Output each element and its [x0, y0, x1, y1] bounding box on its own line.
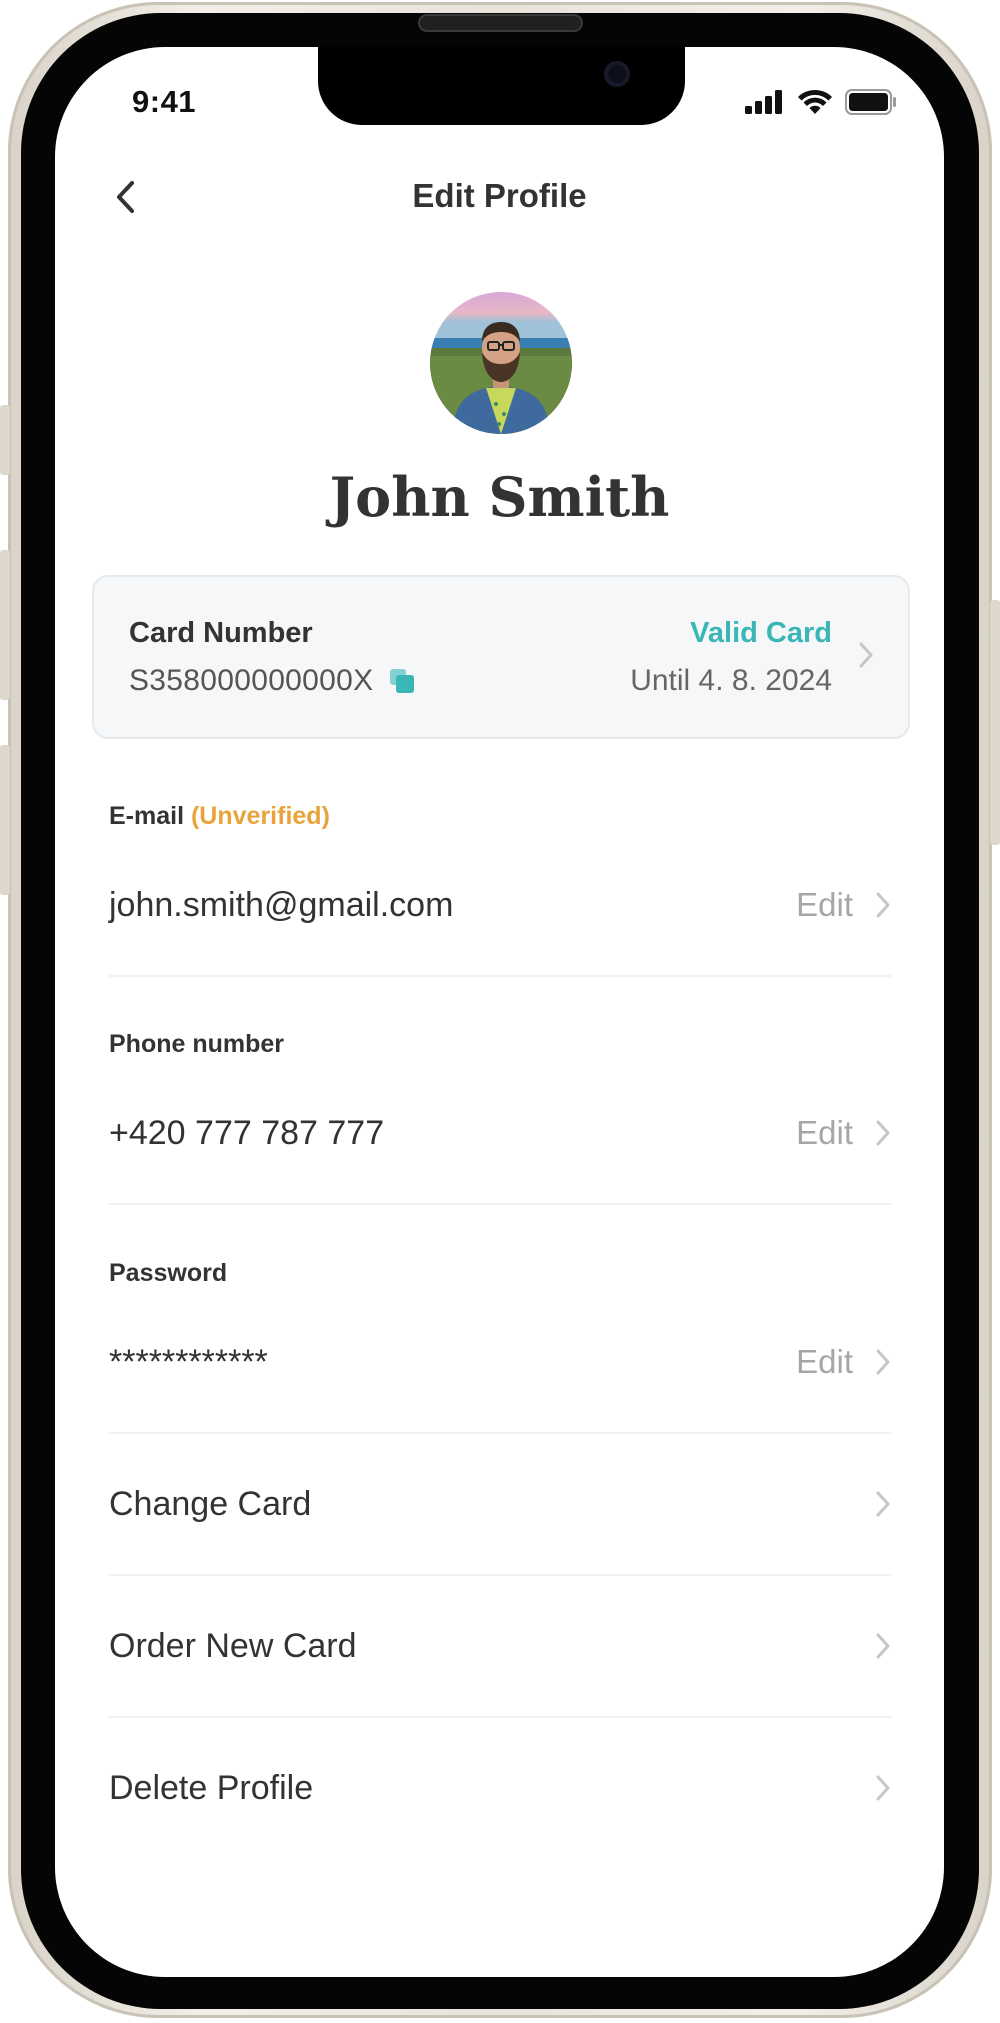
divider	[109, 1574, 891, 1576]
email-edit-button[interactable]: Edit	[796, 886, 891, 924]
phone-row[interactable]: +420 777 787 777 Edit	[109, 1103, 891, 1163]
order-new-card-button[interactable]: Order New Card	[109, 1611, 891, 1681]
notch	[318, 47, 685, 125]
card-number-row: S358000000000X	[129, 664, 415, 698]
page-title: Edit Profile	[412, 177, 587, 214]
chevron-right-icon	[876, 892, 890, 918]
phone-label: Phone number	[109, 1030, 285, 1058]
chevron-right-icon	[876, 1775, 890, 1801]
volume-up-button	[0, 550, 10, 700]
cellular-signal-icon	[745, 90, 782, 114]
status-time: 9:41	[132, 84, 197, 119]
password-row[interactable]: ************ Edit	[109, 1332, 891, 1392]
phone-value: +420 777 787 777	[109, 1113, 385, 1152]
phone-edit-label: Edit	[796, 1114, 853, 1151]
password-label: Password	[109, 1259, 228, 1287]
volume-down-button	[0, 745, 10, 895]
card-validity: Until 4. 8. 2024	[630, 664, 832, 697]
email-row[interactable]: john.smith@gmail.com Edit	[109, 875, 891, 935]
card-number-label: Card Number	[129, 617, 313, 649]
divider	[109, 1432, 891, 1434]
change-card-button[interactable]: Change Card	[109, 1469, 891, 1539]
divider	[109, 975, 891, 977]
unverified-badge: (Unverified)	[190, 802, 330, 830]
divider	[109, 1716, 891, 1718]
password-value: ************	[109, 1342, 268, 1381]
password-edit-button[interactable]: Edit	[796, 1343, 891, 1381]
user-name: John Smith	[329, 465, 670, 529]
card-status: Valid Card	[690, 617, 832, 649]
mute-switch	[0, 405, 10, 475]
status-icons	[745, 89, 897, 115]
email-label-text: E-mail	[109, 802, 185, 830]
front-camera	[604, 61, 630, 87]
app-screen: 9:41 Edit Profile John Smith Card Number…	[55, 47, 944, 1977]
card-number-panel[interactable]: Card Number S358000000000X Valid Card Un…	[92, 575, 910, 739]
profile-photo	[430, 292, 572, 434]
email-value: john.smith@gmail.com	[109, 885, 454, 924]
chevron-right-icon	[876, 1120, 890, 1146]
order-new-card-label: Order New Card	[109, 1626, 357, 1665]
divider	[109, 1203, 891, 1205]
copy-icon[interactable]	[389, 668, 415, 694]
power-button	[990, 600, 1000, 845]
wifi-icon	[798, 89, 832, 114]
password-edit-label: Edit	[796, 1343, 853, 1380]
avatar[interactable]	[430, 292, 572, 434]
card-number-value: S358000000000X	[129, 664, 374, 697]
phone-edit-button[interactable]: Edit	[796, 1114, 891, 1152]
delete-profile-label: Delete Profile	[109, 1768, 314, 1807]
email-edit-label: Edit	[796, 886, 853, 923]
chevron-right-icon	[858, 641, 874, 674]
speaker-grille	[418, 14, 583, 32]
battery-icon	[845, 89, 896, 115]
chevron-right-icon	[876, 1633, 890, 1659]
email-label: E-mail (Unverified)	[109, 802, 330, 831]
change-card-label: Change Card	[109, 1484, 312, 1523]
device-mockup: 9:41 Edit Profile John Smith Card Number…	[0, 0, 1000, 2023]
chevron-right-icon	[876, 1349, 890, 1375]
chevron-right-icon	[876, 1491, 890, 1517]
delete-profile-button[interactable]: Delete Profile	[109, 1753, 891, 1823]
